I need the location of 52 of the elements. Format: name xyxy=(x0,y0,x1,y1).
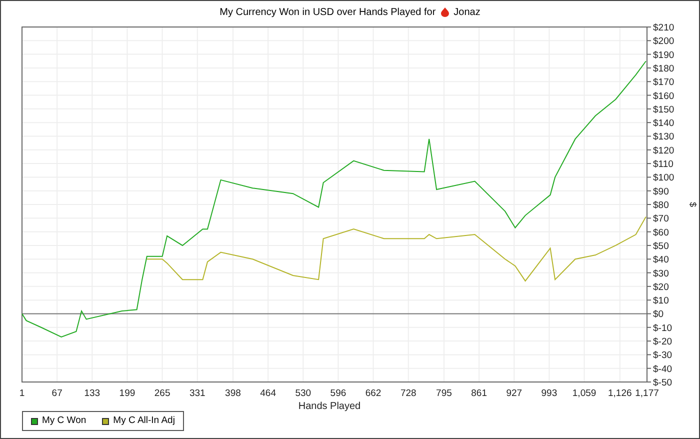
y-tick-label: $-30 xyxy=(653,350,672,362)
x-tick-label: 1,177 xyxy=(635,388,659,399)
x-tick-label: 464 xyxy=(260,388,276,399)
player-name: Jonaz xyxy=(454,6,480,20)
y-tick-label: $20 xyxy=(653,282,669,293)
x-tick-label: 927 xyxy=(506,388,522,399)
y-tick-label: $60 xyxy=(653,227,669,238)
y-tick-label: $130 xyxy=(653,132,674,143)
y-tick-label: $10 xyxy=(653,296,669,307)
x-tick-label: 398 xyxy=(225,388,241,399)
y-tick-label: $-50 xyxy=(653,378,672,388)
x-tick-label: 265 xyxy=(154,388,170,399)
y-tick-label: $190 xyxy=(653,50,674,61)
x-tick-label: 1 xyxy=(19,388,25,399)
y-tick-label: $160 xyxy=(653,90,674,102)
y-tick-label: $90 xyxy=(653,186,669,198)
x-tick-label: 199 xyxy=(119,388,136,399)
y-tick-label: $50 xyxy=(653,240,669,252)
x-tick-label: 861 xyxy=(471,388,487,399)
y-tick-label: $-10 xyxy=(653,322,672,334)
y-tick-label: $180 xyxy=(653,63,674,74)
x-tick-label: 795 xyxy=(436,388,452,399)
x-tick-label: 1,059 xyxy=(572,388,596,399)
y-tick-label: $40 xyxy=(653,254,669,266)
x-axis-title: Hands Played xyxy=(298,401,361,412)
y-tick-label: $30 xyxy=(653,268,669,280)
x-tick-label: 67 xyxy=(52,388,62,399)
y-tick-label: $210 xyxy=(653,23,674,34)
x-tick-label: 530 xyxy=(295,388,312,399)
y-axis-title: $ xyxy=(688,202,698,207)
y-tick-label: $70 xyxy=(653,214,669,225)
x-tick-label: 993 xyxy=(541,388,558,399)
y-tick-label: $200 xyxy=(653,36,674,48)
chart-title: My Currency Won in USD over Hands Played for xyxy=(220,6,436,20)
x-tick-label: 662 xyxy=(365,388,382,399)
y-tick-label: $-20 xyxy=(653,336,672,348)
legend-label: My C Won xyxy=(42,414,86,428)
y-tick-label: $140 xyxy=(653,118,674,130)
x-tick-label: 596 xyxy=(330,388,346,399)
y-tick-label: $150 xyxy=(653,104,674,116)
x-tick-label: 1,126 xyxy=(608,388,632,399)
y-tick-label: $80 xyxy=(653,200,669,211)
y-tick-label: $-40 xyxy=(653,364,672,375)
x-tick-label: 331 xyxy=(189,388,206,399)
legend-label: My C All-In Adj xyxy=(113,414,175,428)
y-tick-label: $110 xyxy=(653,159,674,170)
y-tick-label: $120 xyxy=(653,145,674,156)
x-tick-label: 133 xyxy=(84,388,100,399)
x-tick-label: 728 xyxy=(400,388,416,399)
y-tick-label: $170 xyxy=(653,77,674,88)
y-tick-label: $0 xyxy=(653,309,664,320)
y-tick-label: $100 xyxy=(653,172,674,184)
